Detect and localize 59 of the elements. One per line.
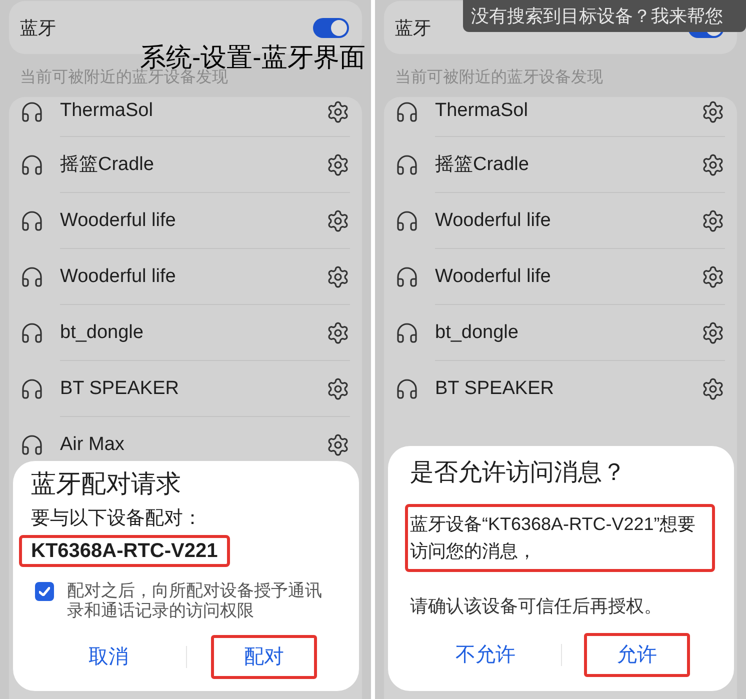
device-name[interactable]: ThermaSol	[435, 100, 701, 122]
device-name[interactable]: BT SPEAKER	[60, 378, 326, 400]
checkmark-icon	[39, 587, 50, 596]
headphones-icon	[20, 152, 44, 176]
device-name[interactable]: Wooderful life	[435, 210, 701, 232]
annotation-caption: 系统-设置-蓝牙界面	[140, 44, 366, 70]
dialog-title: 蓝牙配对请求	[31, 469, 181, 499]
headphones-icon	[395, 376, 419, 400]
headphones-icon	[395, 208, 419, 232]
device-name[interactable]: ThermaSol	[60, 100, 326, 122]
headphones-icon	[20, 208, 44, 232]
settings-icon[interactable]	[701, 208, 725, 232]
settings-icon[interactable]	[326, 264, 350, 288]
dialog-prompt: 要与以下设备配对：	[31, 507, 202, 531]
dialog-message: 蓝牙设备“KT6368A-RTC-V221”想要访问您的消息，	[405, 504, 715, 572]
dialog-note: 请确认该设备可信任后再授权。	[410, 595, 662, 618]
dialog-title: 是否允许访问消息？	[410, 458, 626, 488]
cancel-button[interactable]: 不允许	[432, 633, 538, 677]
device-name[interactable]: Wooderful life	[435, 266, 701, 288]
bluetooth-label: 蓝牙	[20, 16, 56, 38]
headphones-icon	[20, 320, 44, 344]
headphones-icon	[395, 264, 419, 288]
cancel-button[interactable]: 取消	[55, 635, 162, 679]
headphones-icon	[20, 432, 44, 456]
device-name: KT6368A-RTC-V221	[19, 535, 230, 567]
visibility-hint: 当前可被附近的蓝牙设备发现	[394, 69, 603, 87]
device-name[interactable]: bt_dongle	[60, 322, 326, 344]
bluetooth-toggle[interactable]	[313, 18, 349, 38]
device-name[interactable]: 摇篮Cradle	[435, 154, 701, 176]
bluetooth-label: 蓝牙	[395, 16, 431, 38]
settings-icon[interactable]	[326, 208, 350, 232]
consent-checkbox[interactable]	[35, 582, 54, 601]
device-name[interactable]: Air Max	[60, 434, 326, 456]
headphones-icon	[395, 320, 419, 344]
settings-icon[interactable]	[701, 376, 725, 400]
search-help-toast[interactable]: 没有搜索到目标设备？我来帮您	[463, 0, 746, 32]
settings-icon[interactable]	[701, 152, 725, 176]
settings-icon[interactable]	[326, 376, 350, 400]
device-name[interactable]: Wooderful life	[60, 210, 326, 232]
consent-text: 配对之后，向所配对设备授予通讯录和通话记录的访问权限	[67, 581, 323, 621]
confirm-button[interactable]: 配对	[210, 635, 317, 679]
settings-icon[interactable]	[326, 432, 350, 456]
device-name[interactable]: bt_dongle	[435, 322, 701, 344]
device-name[interactable]: Wooderful life	[60, 266, 326, 288]
settings-icon[interactable]	[701, 264, 725, 288]
settings-icon[interactable]	[326, 100, 350, 124]
device-name[interactable]: BT SPEAKER	[435, 378, 701, 400]
headphones-icon	[395, 152, 419, 176]
confirm-button[interactable]: 允许	[584, 633, 690, 677]
settings-icon[interactable]	[701, 320, 725, 344]
headphones-icon	[20, 376, 44, 400]
device-name[interactable]: 摇篮Cradle	[60, 154, 326, 176]
settings-icon[interactable]	[701, 100, 725, 124]
visibility-hint: 当前可被附近的蓝牙设备发现	[19, 69, 228, 87]
settings-icon[interactable]	[326, 320, 350, 344]
headphones-icon	[20, 264, 44, 288]
headphones-icon	[395, 100, 419, 124]
headphones-icon	[20, 100, 44, 124]
settings-icon[interactable]	[326, 152, 350, 176]
